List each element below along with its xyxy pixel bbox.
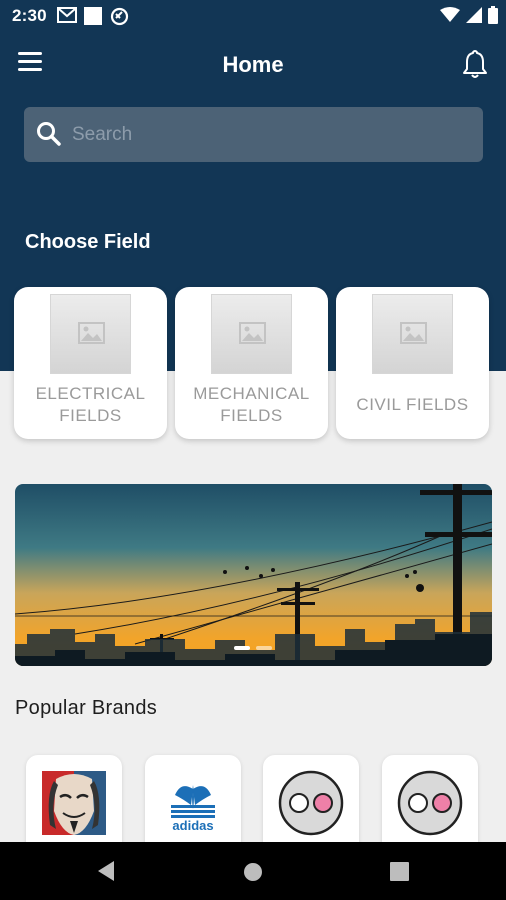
field-card-mechanical[interactable]: MECHANICAL FIELDS bbox=[175, 287, 328, 439]
field-card-civil[interactable]: CIVIL FIELDS bbox=[336, 287, 489, 439]
carousel-indicator bbox=[234, 646, 272, 650]
bell-icon[interactable] bbox=[460, 48, 490, 82]
recents-icon[interactable] bbox=[390, 862, 409, 881]
svg-text:adidas: adidas bbox=[172, 818, 213, 833]
status-bar: 2:30 bbox=[0, 0, 506, 32]
top-app-bar: Home bbox=[0, 40, 506, 92]
search-icon bbox=[37, 122, 61, 146]
anonymous-mask-logo-icon bbox=[42, 771, 106, 835]
field-label: ELECTRICAL FIELDS bbox=[35, 384, 146, 425]
field-label: CIVIL FIELDS bbox=[356, 395, 469, 414]
adidas-logo-icon: adidas bbox=[171, 785, 215, 833]
back-icon[interactable] bbox=[96, 860, 116, 882]
field-cards: ELECTRICAL FIELDS MECHANICAL FIELDS CIVI… bbox=[14, 287, 490, 439]
carousel-dot[interactable] bbox=[256, 646, 272, 650]
brand-card-adidas[interactable]: adidas bbox=[145, 755, 241, 855]
image-placeholder bbox=[211, 294, 292, 374]
popular-brands-heading: Popular Brands bbox=[15, 697, 158, 719]
wifi-icon bbox=[440, 7, 460, 22]
carousel-dot-active[interactable] bbox=[234, 646, 250, 650]
system-navigation-bar bbox=[0, 842, 506, 900]
page-title: Home bbox=[222, 52, 284, 77]
home-icon[interactable] bbox=[243, 862, 263, 882]
image-placeholder-icon bbox=[400, 322, 427, 344]
cellular-signal-icon bbox=[466, 7, 482, 23]
field-label: MECHANICAL FIELDS bbox=[193, 384, 310, 425]
field-card-electrical[interactable]: ELECTRICAL FIELDS bbox=[14, 287, 167, 439]
gmail-notification-icon bbox=[57, 7, 77, 23]
brand-card-flickr-2[interactable] bbox=[382, 755, 478, 855]
status-time: 2:30 bbox=[12, 6, 47, 25]
search-bar[interactable] bbox=[24, 107, 483, 162]
image-placeholder-icon bbox=[239, 322, 266, 344]
brand-card-flickr-1[interactable] bbox=[263, 755, 359, 855]
data-saver-icon bbox=[110, 7, 129, 26]
image-placeholder bbox=[50, 294, 131, 374]
flickr-dots-logo-icon bbox=[397, 770, 463, 836]
flickr-dots-logo-icon bbox=[278, 770, 344, 836]
banner-image-power-lines bbox=[15, 484, 492, 666]
brand-card-anonymous[interactable] bbox=[26, 755, 122, 855]
promo-banner-carousel[interactable] bbox=[15, 484, 492, 666]
image-placeholder bbox=[372, 294, 453, 374]
square-notification-icon bbox=[84, 7, 102, 25]
search-input[interactable] bbox=[72, 107, 472, 162]
choose-field-heading: Choose Field bbox=[25, 231, 151, 253]
image-placeholder-icon bbox=[78, 322, 105, 344]
battery-icon bbox=[488, 6, 498, 24]
